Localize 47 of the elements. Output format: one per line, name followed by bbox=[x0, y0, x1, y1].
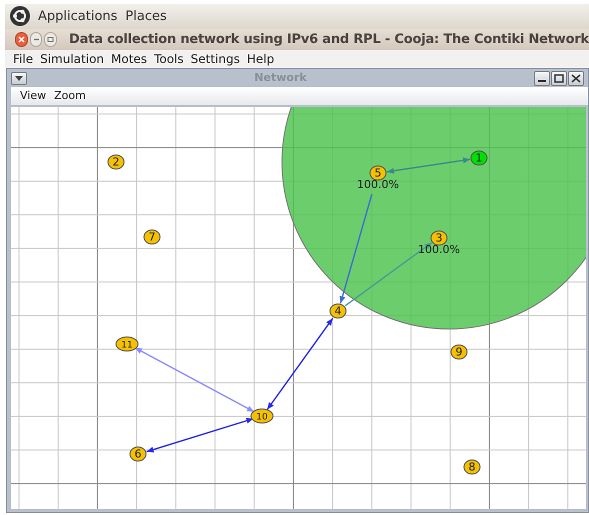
menu-item[interactable]: File bbox=[13, 50, 34, 68]
maximize-icon bbox=[554, 74, 564, 82]
maximize-button[interactable] bbox=[551, 70, 567, 86]
mote-label: 4 bbox=[334, 304, 342, 318]
mote-label: 10 bbox=[256, 412, 268, 422]
menu-item[interactable]: Motes bbox=[111, 50, 148, 68]
logo-icon bbox=[10, 6, 30, 26]
menu-item[interactable]: Settings bbox=[190, 50, 240, 68]
panel-menu-item[interactable]: Places bbox=[125, 6, 167, 26]
mote-node[interactable] bbox=[370, 166, 386, 180]
mote-node[interactable] bbox=[330, 304, 346, 318]
mote-reading: 100.0% bbox=[357, 178, 399, 191]
mote-node[interactable] bbox=[130, 446, 146, 462]
mote-label: 1 bbox=[476, 152, 482, 164]
caret-icon bbox=[15, 76, 23, 80]
mote-node[interactable] bbox=[450, 344, 468, 360]
mote-reading: 100.0% bbox=[418, 243, 460, 256]
frame-menu-item[interactable]: View bbox=[20, 88, 46, 104]
close-button[interactable] bbox=[568, 70, 584, 86]
mote-node[interactable] bbox=[464, 460, 480, 474]
mote-label: 5 bbox=[374, 166, 382, 180]
menu-item[interactable]: Simulation bbox=[40, 50, 104, 68]
mote-node[interactable] bbox=[144, 230, 160, 244]
mote-label: 11 bbox=[121, 340, 133, 350]
menu-item[interactable]: Tools bbox=[154, 50, 184, 68]
mote-label: 9 bbox=[456, 346, 462, 358]
frame-menu-button[interactable] bbox=[11, 72, 27, 84]
close-button[interactable] bbox=[15, 32, 28, 47]
minimize-button[interactable] bbox=[534, 70, 550, 86]
mote-node[interactable] bbox=[430, 230, 448, 246]
close-icon bbox=[18, 36, 25, 43]
mote-label: 8 bbox=[468, 460, 476, 474]
mote-node[interactable] bbox=[470, 150, 488, 166]
window-title: Data collection network using IPv6 and RPL - Cooja: The Contiki Network bbox=[69, 30, 589, 49]
mote-label: 3 bbox=[436, 232, 442, 244]
maximize-icon bbox=[47, 36, 54, 43]
close-icon bbox=[571, 74, 581, 82]
minimize-icon bbox=[538, 80, 546, 82]
frame-menu-item[interactable]: Zoom bbox=[54, 88, 86, 104]
panel-menu-item[interactable]: Applications bbox=[38, 6, 118, 26]
mote-node[interactable] bbox=[116, 336, 138, 352]
menu-item[interactable]: Help bbox=[246, 50, 274, 68]
mote-node[interactable] bbox=[108, 154, 124, 170]
mote-label: 7 bbox=[148, 230, 156, 244]
mote-node[interactable] bbox=[250, 408, 274, 424]
mote-label: 6 bbox=[134, 448, 142, 460]
mote-label: 2 bbox=[112, 156, 120, 168]
